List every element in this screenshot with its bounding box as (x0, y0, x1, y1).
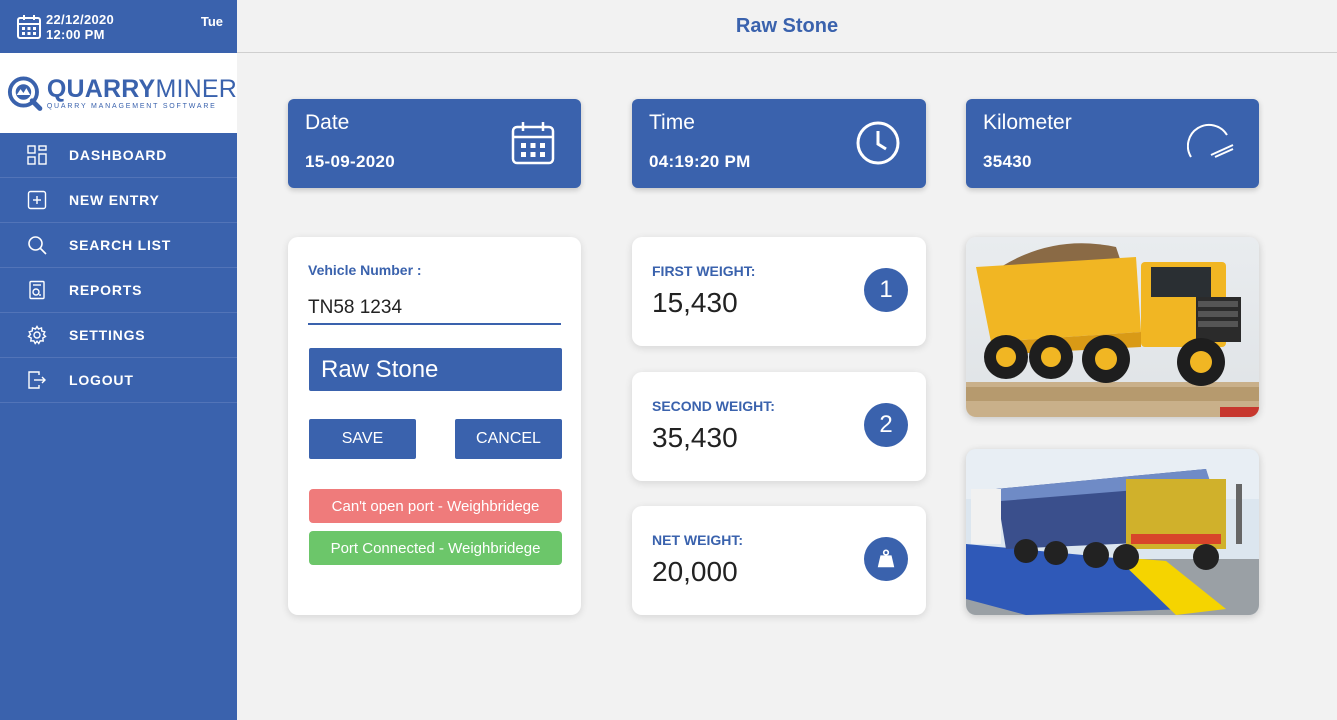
dashboard-icon (27, 145, 47, 165)
current-day: Tue (200, 14, 223, 29)
date-card-value: 15-09-2020 (305, 152, 395, 171)
kilometer-card: Kilometer 35430 (966, 99, 1259, 188)
vehicle-form-card: Vehicle Number : Raw Stone SAVE CANCEL C… (288, 237, 581, 615)
speedometer-icon (1187, 123, 1234, 158)
material-select-button[interactable]: Raw Stone (309, 348, 562, 391)
logo-name-light: MINER (155, 75, 237, 103)
sidebar-item-label: SETTINGS (69, 327, 146, 343)
port-error-status: Can't open port - Weighbridege (309, 489, 562, 523)
vehicle-number-input[interactable] (308, 293, 561, 325)
sidebar-item-reports[interactable]: REPORTS (0, 268, 237, 313)
date-card-title: Date (305, 111, 350, 134)
current-date: 22/12/2020 (46, 11, 115, 27)
sidebar-item-label: DASHBOARD (69, 147, 168, 163)
net-weight-value: 20,000 (652, 556, 738, 587)
first-weight-card: FIRST WEIGHT: 15,430 1 (632, 237, 926, 346)
search-icon (28, 236, 47, 255)
vehicle-number-label: Vehicle Number : (308, 262, 422, 278)
cancel-button[interactable]: CANCEL (455, 419, 562, 459)
report-icon (29, 280, 45, 300)
first-weight-value: 15,430 (652, 287, 738, 318)
second-weight-badge: 2 (864, 403, 908, 447)
port-connected-status: Port Connected - Weighbridege (309, 531, 562, 565)
sidebar-item-label: SEARCH LIST (69, 237, 172, 253)
sidebar: 22/12/2020 12:00 PM Tue QUARRYMINER QUAR… (0, 0, 237, 720)
second-weight-card: SECOND WEIGHT: 35,430 2 (632, 372, 926, 481)
net-weight-card: NET WEIGHT: 20,000 (632, 506, 926, 615)
kilometer-card-value: 35430 (983, 152, 1032, 171)
calendar-icon (511, 122, 555, 165)
current-time: 12:00 PM (46, 26, 105, 42)
sidebar-item-dashboard[interactable]: DASHBOARD (0, 133, 237, 178)
gear-icon (27, 325, 47, 345)
weight-icon (864, 537, 908, 581)
app-logo: QUARRYMINER QUARRY MANAGEMENT SOFTWARE (0, 53, 237, 133)
first-weight-badge: 1 (864, 268, 908, 312)
sidebar-item-label: LOGOUT (69, 372, 134, 388)
time-card: Time 04:19:20 PM (632, 99, 926, 188)
sidebar-item-search-list[interactable]: SEARCH LIST (0, 223, 237, 268)
clock-icon (856, 121, 900, 165)
time-card-value: 04:19:20 PM (649, 152, 751, 171)
date-card: Date 15-09-2020 (288, 99, 581, 188)
logo-name-bold: QUARRY (46, 75, 156, 103)
time-card-title: Time (649, 111, 695, 134)
first-weight-label: FIRST WEIGHT: (652, 263, 756, 279)
plus-square-icon (27, 190, 47, 210)
logo-mark-icon (7, 76, 43, 111)
net-weight-label: NET WEIGHT: (652, 532, 743, 548)
weighbridge-truck-photo (966, 449, 1259, 615)
page-header: Raw Stone (237, 0, 1337, 53)
second-weight-label: SECOND WEIGHT: (652, 398, 775, 414)
sidebar-item-new-entry[interactable]: NEW ENTRY (0, 178, 237, 223)
save-button[interactable]: SAVE (309, 419, 416, 459)
kilometer-card-title: Kilometer (983, 111, 1072, 134)
sidebar-item-settings[interactable]: SETTINGS (0, 313, 237, 358)
logo-tagline: QUARRY MANAGEMENT SOFTWARE (46, 103, 217, 110)
sidebar-item-label: NEW ENTRY (69, 192, 160, 208)
sidebar-item-logout[interactable]: LOGOUT (0, 358, 237, 403)
page-title: Raw Stone (735, 14, 839, 37)
second-weight-value: 35,430 (652, 422, 738, 453)
date-time-bar: 22/12/2020 12:00 PM Tue (0, 0, 237, 53)
sidebar-menu: DASHBOARD NEW ENTRY SEARCH LIST REPORTS (0, 133, 237, 403)
logout-icon (28, 371, 46, 389)
calendar-icon (17, 14, 41, 39)
dump-truck-photo (966, 237, 1259, 417)
sidebar-item-label: REPORTS (69, 282, 143, 298)
